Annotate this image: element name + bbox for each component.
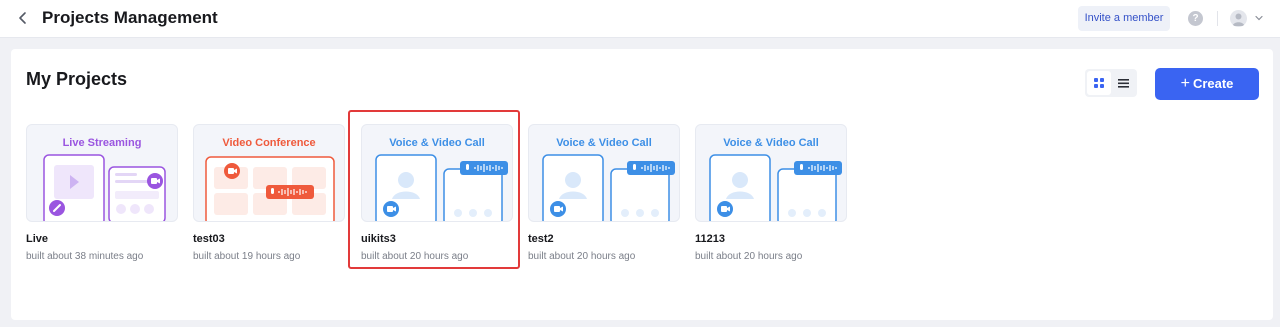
project-built-time: built about 19 hours ago <box>193 251 301 262</box>
project-name: uikits3 <box>361 233 396 245</box>
plus-icon: + <box>1180 75 1190 92</box>
project-card-11213[interactable]: Voice & Video Call 11213 built about 20 … <box>695 124 847 262</box>
user-avatar-icon[interactable] <box>1230 10 1247 27</box>
back-chevron-icon[interactable] <box>14 9 32 27</box>
thumbnail-title: Live Streaming <box>62 137 142 149</box>
view-toggle <box>1085 69 1137 97</box>
invite-member-button[interactable]: Invite a member <box>1078 6 1170 31</box>
project-thumbnail: Live Streaming <box>26 124 178 222</box>
project-card-live[interactable]: Live Streaming Live built about 38 minut… <box>26 124 178 262</box>
project-name: 11213 <box>695 233 725 245</box>
project-thumbnail: Video Conference <box>193 124 345 222</box>
list-view-button[interactable] <box>1112 71 1135 95</box>
help-icon[interactable]: ? <box>1188 11 1203 26</box>
grid-icon <box>1094 78 1104 88</box>
project-built-time: built about 38 minutes ago <box>26 251 144 262</box>
project-built-time: built about 20 hours ago <box>528 251 636 262</box>
project-built-time: built about 20 hours ago <box>361 251 469 262</box>
project-thumbnail: Voice & Video Call <box>361 124 513 222</box>
create-label: Create <box>1192 76 1234 91</box>
project-card-test03[interactable]: Video Conference test03 built about 19 h… <box>193 124 345 262</box>
thumbnail-title: Voice & Video Call <box>389 137 485 149</box>
project-thumbnail: Voice & Video Call <box>528 124 680 222</box>
project-built-time: built about 20 hours ago <box>695 251 803 262</box>
thumbnail-title: Voice & Video Call <box>556 137 652 149</box>
thumbnail-title: Voice & Video Call <box>723 137 819 149</box>
grid-view-button[interactable] <box>1087 71 1111 95</box>
list-icon <box>1118 79 1129 88</box>
chevron-down-icon[interactable] <box>1254 13 1264 23</box>
project-name: test03 <box>193 233 225 245</box>
create-project-button[interactable]: + Create <box>1155 68 1259 100</box>
header-divider <box>1217 11 1218 26</box>
project-name: Live <box>26 233 49 245</box>
project-card-test2[interactable]: Voice & Video Call test2 built about 20 … <box>528 124 680 262</box>
page-title: Projects Management <box>42 8 218 27</box>
thumbnail-title: Video Conference <box>222 137 316 149</box>
project-name: test2 <box>528 233 554 245</box>
project-thumbnail: Voice & Video Call <box>695 124 847 222</box>
top-header: Projects Management Invite a member ? <box>0 0 1280 38</box>
project-card-uikits3[interactable]: Voice & Video Call uikits3 built about 2… <box>361 124 513 262</box>
section-title: My Projects <box>26 69 128 89</box>
